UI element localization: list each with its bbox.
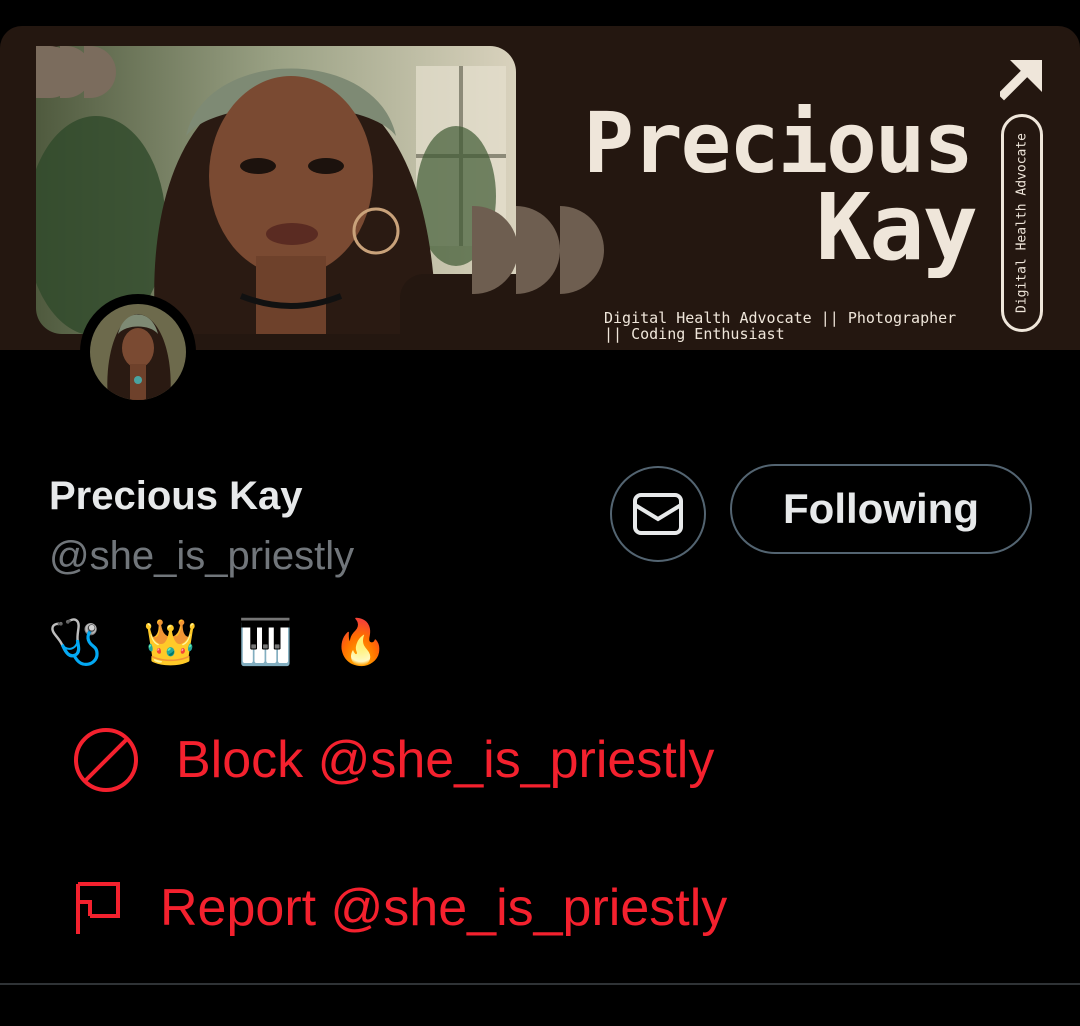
chevron-deco-icon xyxy=(36,46,116,98)
report-user-menu-item[interactable]: Report @she_is_priestly xyxy=(66,868,727,948)
flag-icon xyxy=(66,868,130,948)
block-label: Block @she_is_priestly xyxy=(176,731,715,789)
arrow-up-right-icon xyxy=(1000,60,1042,101)
bio-emojis: 🩺 👑 🎹 🔥 xyxy=(48,618,402,667)
banner-title: Precious Kay xyxy=(583,94,978,273)
display-name: Precious Kay xyxy=(49,474,303,518)
envelope-icon xyxy=(633,493,683,535)
block-icon xyxy=(66,720,146,800)
avatar-image xyxy=(90,304,186,400)
banner-pill-text: Digital Health Advocate xyxy=(1014,132,1030,314)
report-label: Report @she_is_priestly xyxy=(160,879,728,937)
message-button[interactable] xyxy=(610,466,706,562)
following-button[interactable]: Following xyxy=(730,464,1032,554)
profile-card: Precious Kay Digital Health Advocate || … xyxy=(0,26,1080,1026)
banner-pill: Digital Health Advocate xyxy=(1001,114,1043,332)
divider xyxy=(0,983,1080,985)
block-user-menu-item[interactable]: Block @she_is_priestly xyxy=(66,720,714,800)
banner-title-line2: Kay xyxy=(815,173,978,281)
banner-title-line1: Precious xyxy=(583,94,974,192)
avatar[interactable] xyxy=(80,294,196,410)
handle: @she_is_priestly xyxy=(49,534,355,578)
banner-tagline: Digital Health Advocate || Photographer … xyxy=(604,309,957,343)
